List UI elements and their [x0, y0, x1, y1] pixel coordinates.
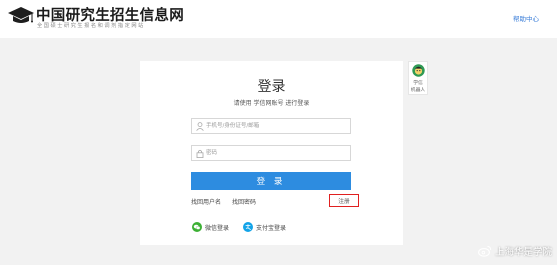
password-input[interactable]: [206, 147, 346, 159]
weibo-icon: [478, 245, 492, 257]
alipay-icon: [243, 222, 253, 232]
login-button[interactable]: 登 录: [191, 172, 351, 190]
watermark-text: 上海华是学院: [495, 247, 553, 258]
site-logo-subtitle: 全国硕士研究生报名和调剂指定网站: [37, 23, 145, 29]
weibo-watermark: 上海华是学院: [478, 244, 552, 258]
graduation-cap-icon: [8, 7, 34, 23]
lock-icon: [196, 149, 204, 158]
robot-label-line2: 机器人: [410, 88, 426, 93]
username-input[interactable]: [206, 120, 346, 132]
wechat-login-button[interactable]: 微信登录: [192, 222, 229, 232]
register-link[interactable]: 注册: [329, 194, 359, 207]
find-username-link[interactable]: 找回用户名: [191, 197, 221, 206]
xuexin-robot-button[interactable]: 学信 机器人: [408, 61, 428, 95]
login-title: 登录: [257, 79, 286, 95]
wechat-login-label: 微信登录: [205, 224, 230, 232]
alipay-login-label: 支付宝登录: [256, 224, 287, 232]
top-header: 中国研究生招生信息网 全国硕士研究生报名和调剂指定网站 帮助中心: [0, 0, 557, 38]
username-field[interactable]: [191, 118, 351, 134]
find-password-link[interactable]: 找回密码: [232, 197, 256, 206]
login-subtitle: 请使用 学信网账号 进行登录: [233, 100, 310, 107]
password-field[interactable]: [191, 145, 351, 161]
robot-label-line1: 学信: [413, 81, 423, 86]
robot-avatar-icon: [412, 64, 425, 77]
alipay-login-button[interactable]: 支付宝登录: [243, 222, 286, 232]
user-icon: [196, 122, 204, 131]
login-card: 登录 请使用 学信网账号 进行登录 登 录 找回用户名 找回密码 注册 微信登录…: [140, 61, 403, 245]
help-center-link[interactable]: 帮助中心: [513, 13, 539, 23]
wechat-icon: [192, 222, 202, 232]
